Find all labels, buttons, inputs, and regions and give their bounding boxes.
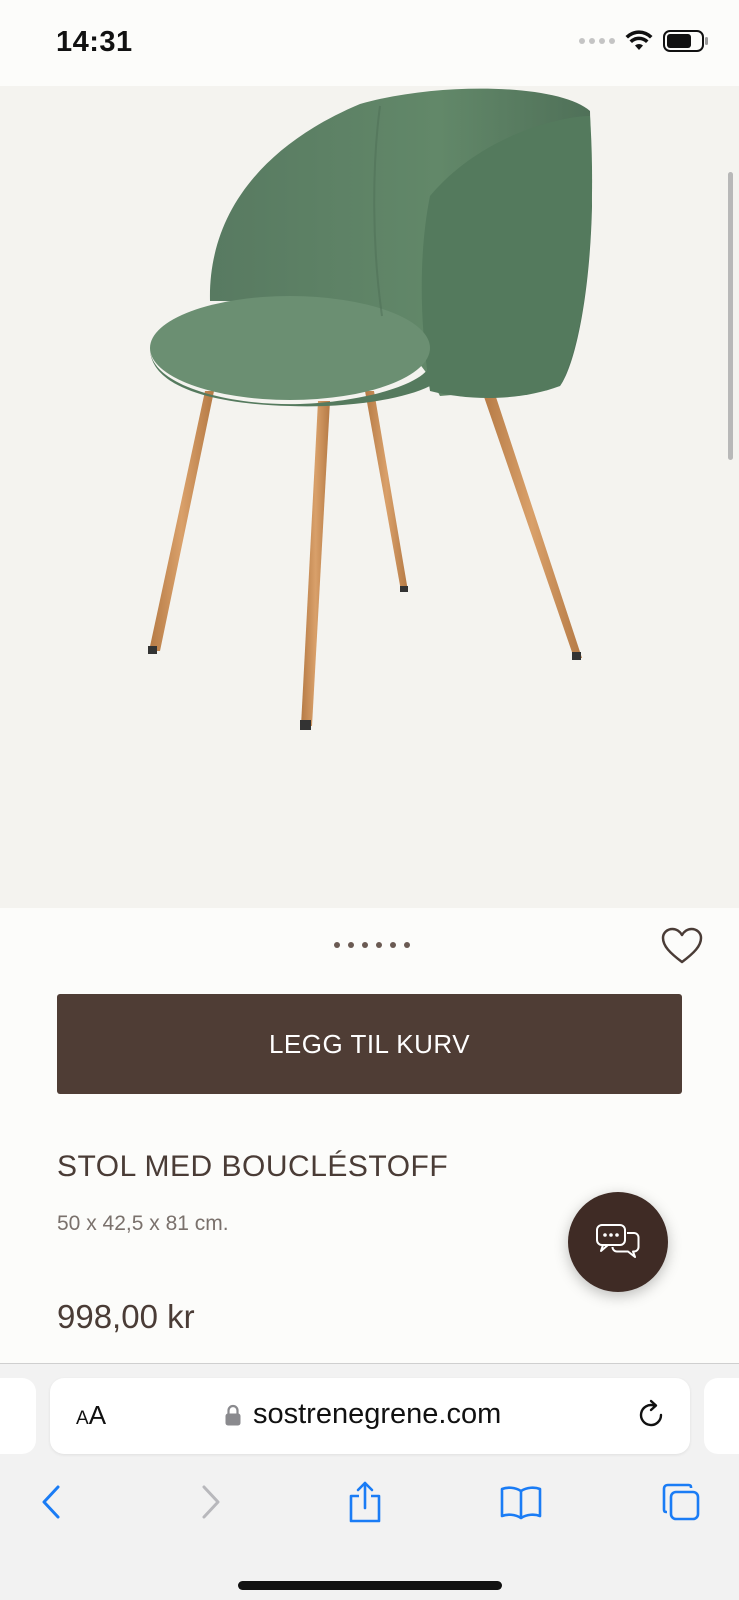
carousel-dot[interactable]: [404, 942, 410, 948]
url-display[interactable]: sostrenegrene.com: [225, 1398, 501, 1431]
previous-tab-preview[interactable]: [0, 1378, 36, 1454]
image-carousel-dots[interactable]: [334, 942, 410, 948]
lock-icon: [225, 1404, 241, 1425]
home-indicator[interactable]: [238, 1581, 502, 1590]
chair-illustration: [148, 88, 593, 730]
carousel-dot[interactable]: [390, 942, 396, 948]
heart-icon: [661, 927, 703, 964]
bookmarks-button[interactable]: [496, 1478, 546, 1526]
status-icons: [579, 30, 709, 52]
chevron-left-icon: [42, 1485, 60, 1519]
address-bar[interactable]: AA sostrenegrene.com: [50, 1378, 690, 1454]
page: 14:31 LEGG TIL KURV STOL MED BOUCLÉSTOFF…: [0, 0, 739, 1600]
carousel-dot[interactable]: [376, 942, 382, 948]
tabs-button[interactable]: [656, 1478, 706, 1526]
text-size-button[interactable]: AA: [76, 1400, 106, 1431]
status-time: 14:31: [56, 26, 133, 58]
chat-bubbles-icon: [596, 1224, 640, 1258]
chevron-right-icon: [202, 1485, 220, 1519]
product-price: 998,00 kr: [57, 1298, 195, 1335]
reload-button[interactable]: [634, 1398, 668, 1432]
carousel-dot[interactable]: [348, 942, 354, 948]
forward-button[interactable]: [186, 1478, 236, 1526]
share-button[interactable]: [340, 1478, 390, 1526]
status-bar: 14:31: [0, 0, 739, 86]
carousel-dot[interactable]: [334, 942, 340, 948]
back-button[interactable]: [26, 1478, 76, 1526]
wifi-icon: [625, 30, 653, 50]
product-dimensions: 50 x 42,5 x 81 cm.: [57, 1212, 229, 1235]
book-icon: [500, 1486, 542, 1520]
cellular-signal-icon: [579, 38, 615, 44]
reload-icon: [639, 1399, 663, 1427]
next-tab-preview[interactable]: [704, 1378, 739, 1454]
battery-icon: [663, 30, 708, 52]
carousel-dot[interactable]: [362, 942, 368, 948]
tabs-icon: [662, 1483, 700, 1521]
wishlist-button[interactable]: [660, 926, 704, 966]
scroll-indicator[interactable]: [728, 172, 733, 460]
add-to-cart-button[interactable]: LEGG TIL KURV: [57, 994, 682, 1094]
product-image[interactable]: [0, 86, 739, 908]
chat-button[interactable]: [568, 1192, 668, 1292]
share-icon: [349, 1481, 381, 1523]
product-title: STOL MED BOUCLÉSTOFF: [57, 1150, 449, 1183]
url-text: sostrenegrene.com: [253, 1398, 502, 1430]
